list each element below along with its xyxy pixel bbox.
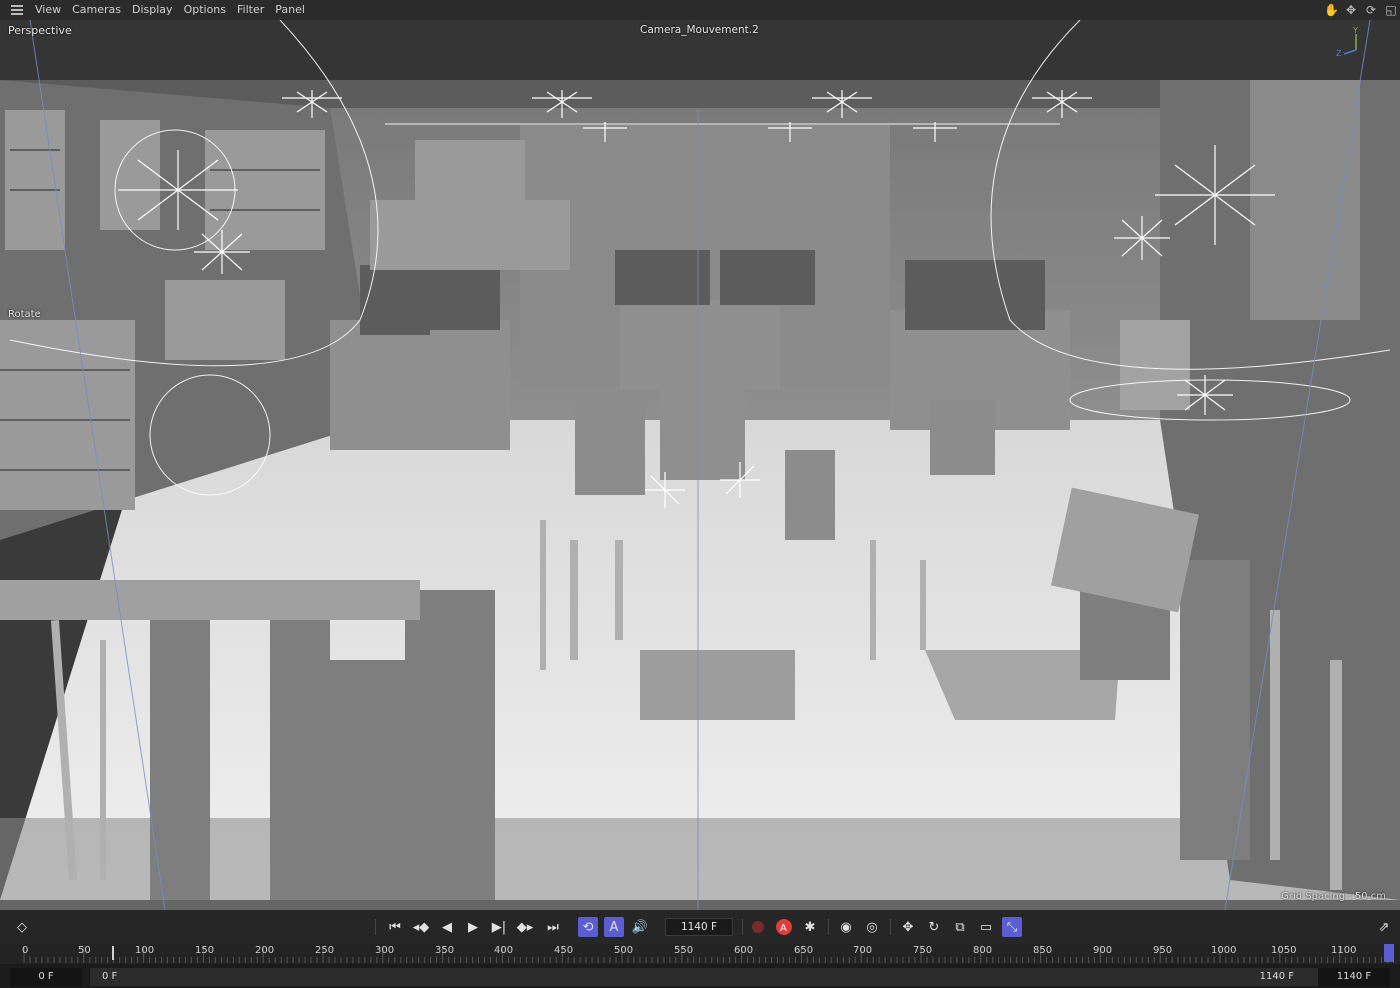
point-level-icon[interactable]: ⤡ — [1002, 917, 1022, 937]
tick-950: 950 — [1153, 945, 1173, 956]
fcurve-icon[interactable]: ⇗ — [1374, 917, 1394, 937]
axis-gizmo: Y Z — [1334, 26, 1370, 58]
go-to-end-icon[interactable]: ⏭ — [543, 917, 563, 937]
tick-400: 400 — [494, 945, 514, 956]
maximize-icon[interactable]: ◱ — [1384, 3, 1398, 17]
sound-mode-icon[interactable]: A — [604, 917, 624, 937]
record-settings-icon[interactable]: ✱ — [800, 917, 820, 937]
current-frame-field[interactable]: 1140 F — [665, 918, 733, 936]
playhead — [1384, 944, 1394, 962]
tick-0: 0 — [22, 945, 29, 956]
tick-50: 50 — [78, 945, 91, 956]
range-bar: 0 F 0 F 1140 F 1140 F — [0, 964, 1400, 988]
tick-800: 800 — [973, 945, 993, 956]
volume-icon[interactable]: 🔊 — [630, 917, 650, 937]
min-time-field[interactable]: 0 F — [10, 968, 82, 986]
next-frame-icon[interactable]: ▶| — [489, 917, 509, 937]
next-key-icon[interactable]: ◆▸ — [515, 917, 535, 937]
menu-display[interactable]: Display — [129, 0, 181, 20]
menu-filter[interactable]: Filter — [234, 0, 272, 20]
position-key-icon[interactable]: ✥ — [898, 917, 918, 937]
motion-record-icon[interactable]: ◉ — [836, 917, 856, 937]
tick-250: 250 — [315, 945, 335, 956]
loop-icon[interactable]: ⟲ — [578, 917, 598, 937]
tick-300: 300 — [375, 945, 395, 956]
active-camera-label[interactable]: Camera_Mouvement.2 — [640, 24, 759, 36]
scene-render — [0, 20, 1400, 910]
tick-850: 850 — [1033, 945, 1053, 956]
tick-1100: 1100 — [1331, 945, 1357, 956]
preview-end-label: 1140 F — [1259, 971, 1294, 982]
tick-700: 700 — [853, 945, 873, 956]
record-icon[interactable]: A — [774, 917, 794, 937]
menu-panel[interactable]: Panel — [272, 0, 313, 20]
menu-view[interactable]: View — [32, 0, 69, 20]
previous-key-icon[interactable]: ◂◆ — [411, 917, 431, 937]
tick-1050: 1050 — [1271, 945, 1297, 956]
transport-bar: ◇ ⏮ ◂◆ ◀ ▶ ▶| ◆▸ ⏭ ⟲ A 🔊 1140 F A ✱ ◉ ◎ … — [0, 910, 1400, 944]
rotate-mode-label: Rotate — [8, 309, 41, 320]
previous-frame-icon[interactable]: ◀ — [437, 917, 457, 937]
tick-600: 600 — [734, 945, 754, 956]
tick-500: 500 — [614, 945, 634, 956]
axis-y-label: Y — [1352, 26, 1358, 35]
tick-350: 350 — [435, 945, 455, 956]
scheme-icon[interactable]: ◎ — [862, 917, 882, 937]
menu-bar: View Cameras Display Options Filter Pane… — [0, 0, 1400, 20]
tick-200: 200 — [255, 945, 275, 956]
menu-cameras[interactable]: Cameras — [69, 0, 129, 20]
grid-spacing-label: Grid Spacing : 50 cm — [1281, 891, 1386, 902]
tick-100: 100 — [135, 945, 155, 956]
go-to-start-icon[interactable]: ⏮ — [385, 917, 405, 937]
preview-start-label: 0 F — [102, 971, 118, 982]
axis-z-label: Z — [1336, 49, 1342, 58]
3d-viewport[interactable]: Y Z Perspective Camera_Mouvement.2 Rotat… — [0, 20, 1400, 910]
tick-750: 750 — [913, 945, 933, 956]
max-time-field[interactable]: 1140 F — [1318, 968, 1390, 986]
tick-650: 650 — [794, 945, 814, 956]
tick-450: 450 — [554, 945, 574, 956]
keyframe-diamond-icon[interactable]: ◇ — [12, 917, 32, 937]
pan-icon[interactable]: ✋ — [1324, 3, 1339, 17]
play-icon[interactable]: ▶ — [463, 917, 483, 937]
menu-options[interactable]: Options — [181, 0, 234, 20]
tick-150: 150 — [195, 945, 215, 956]
playhead-start-marker — [112, 946, 114, 960]
svg-text:A: A — [780, 923, 787, 934]
autokey-icon[interactable] — [748, 917, 768, 937]
tick-1000: 1000 — [1211, 945, 1237, 956]
move-icon[interactable]: ✥ — [1344, 3, 1358, 17]
timeline-ruler[interactable]: 0 50 100 150 200 250 300 350 400 450 500… — [0, 944, 1400, 964]
parameter-key-icon[interactable]: ▭ — [976, 917, 996, 937]
projection-label[interactable]: Perspective — [8, 24, 72, 37]
tick-550: 550 — [674, 945, 694, 956]
preview-range-slider[interactable]: 0 F — [90, 968, 1320, 986]
hamburger-menu-icon[interactable] — [8, 0, 26, 20]
rotation-key-icon[interactable]: ↻ — [924, 917, 944, 937]
scale-key-icon[interactable]: ⧉ — [950, 917, 970, 937]
tick-900: 900 — [1093, 945, 1113, 956]
rotate-view-icon[interactable]: ⟳ — [1364, 3, 1378, 17]
